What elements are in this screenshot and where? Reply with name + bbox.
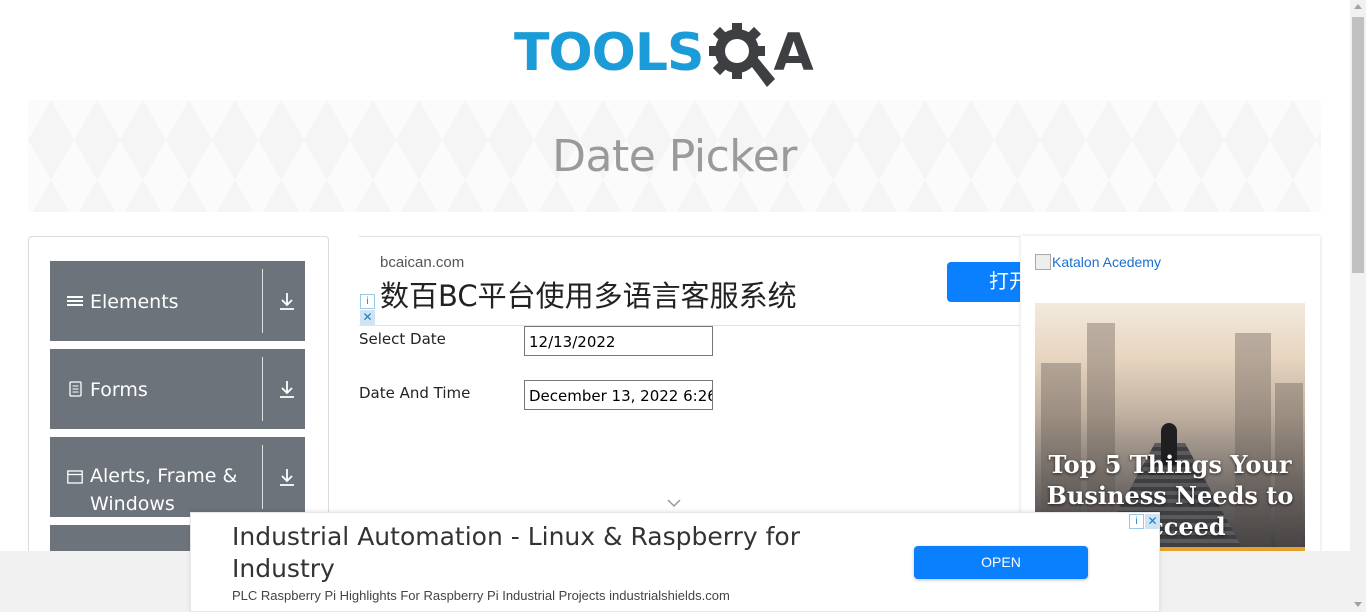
- bottom-advertisement[interactable]: Industrial Automation - Linux & Raspberr…: [190, 512, 1160, 612]
- broken-image-icon: [1035, 254, 1051, 270]
- scroll-up-icon[interactable]: [1354, 4, 1362, 9]
- bottom-ad-open-button[interactable]: OPEN: [914, 546, 1088, 579]
- chevron-down-icon[interactable]: [667, 498, 681, 508]
- close-icon[interactable]: ✕: [360, 310, 375, 325]
- select-date-label: Select Date: [359, 330, 446, 348]
- adchoices-icon[interactable]: i: [1129, 514, 1144, 529]
- divider: [262, 445, 263, 509]
- bottom-ad-subtext: PLC Raspberry Pi Highlights For Raspberr…: [232, 588, 730, 603]
- date-time-input[interactable]: December 13, 2022 6:26 PM: [524, 380, 713, 410]
- window-icon: [67, 470, 83, 484]
- sidebar-group-elements[interactable]: Elements: [50, 261, 305, 341]
- top-advertisement[interactable]: bcaican.com 数百BC平台使用多语言客服系统 打开: [359, 236, 1020, 326]
- page-title: Date Picker: [552, 130, 797, 182]
- sidebar-group-alerts[interactable]: Alerts, Frame & Windows: [50, 437, 305, 517]
- select-date-input[interactable]: 12/13/2022: [524, 326, 713, 356]
- katalon-link-text[interactable]: Katalon Acedemy: [1052, 254, 1161, 270]
- sidebar-group-label: Forms: [90, 379, 148, 401]
- logo-text: TOOLS: [514, 23, 704, 83]
- ad-headline[interactable]: 数百BC平台使用多语言客服系统: [380, 273, 797, 315]
- bottom-ad-headline[interactable]: Industrial Automation - Linux & Raspberr…: [232, 521, 832, 585]
- ad-open-button[interactable]: 打开: [947, 262, 1020, 302]
- download-arrow-icon[interactable]: [278, 467, 296, 487]
- vertical-scrollbar[interactable]: [1350, 0, 1366, 612]
- sidebar-group-forms[interactable]: Forms: [50, 349, 305, 429]
- katalon-link[interactable]: Katalon Acedemy: [1035, 254, 1161, 270]
- download-arrow-icon[interactable]: [278, 379, 296, 399]
- scrollbar-thumb[interactable]: [1352, 17, 1364, 273]
- date-time-label: Date And Time: [359, 384, 471, 402]
- adchoices-icon[interactable]: i: [360, 294, 375, 309]
- divider: [262, 357, 263, 421]
- page-banner: Date Picker: [28, 100, 1321, 212]
- page: TOOLS A Date Picker Elements Forms Alert…: [0, 0, 1366, 612]
- logo-gear-icon: A: [705, 17, 814, 89]
- scroll-down-icon[interactable]: [1354, 602, 1362, 607]
- toolsqa-logo[interactable]: TOOLS A: [514, 14, 814, 92]
- sidebar-group-label: Elements: [90, 291, 179, 313]
- list-icon: [67, 296, 83, 306]
- divider: [262, 269, 263, 333]
- document-icon: [69, 381, 82, 397]
- ad-domain: bcaican.com: [380, 254, 465, 271]
- download-arrow-icon[interactable]: [278, 291, 296, 311]
- logo-a-letter: A: [773, 23, 814, 83]
- sidebar-group-label: Alerts, Frame & Windows: [90, 465, 238, 515]
- close-icon[interactable]: ✕: [1145, 514, 1160, 529]
